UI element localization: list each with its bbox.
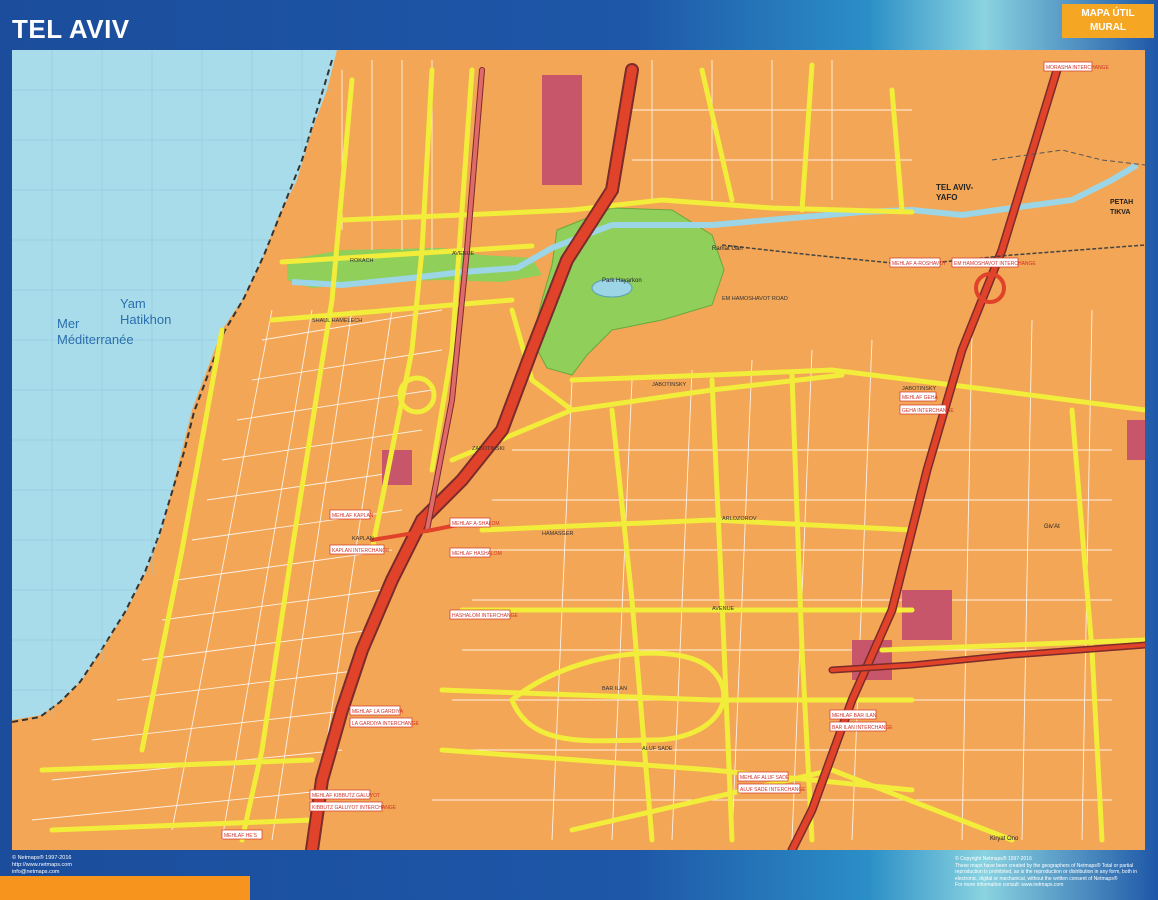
- municipal-boundary: [991, 149, 1145, 166]
- interchange-label: MEHLAF KIBBUTZ GALUYOT: [312, 793, 380, 799]
- interchange-label: LA GARDIYA INTERCHANGE: [352, 721, 420, 727]
- tel-aviv-yafo-label-1: TEL AVIV-: [936, 183, 974, 192]
- tel-aviv-yafo-label-2: YAFO: [936, 193, 958, 202]
- sea-name-1: Yam: [120, 296, 146, 311]
- interchange-label: MEHLAF GEHA: [902, 395, 939, 401]
- kiryat-ono-label: Kiryat Ono: [990, 836, 1019, 842]
- footer-email-link[interactable]: info@netmaps.com: [12, 869, 72, 876]
- city-map[interactable]: Yam Hatikhon Mer Méditerranée Park Hayar…: [12, 50, 1145, 850]
- interchange-label: KIBBUTZ GALUYOT INTERCHANGE: [312, 805, 397, 811]
- legal-line: For more information consult: www.netmap…: [955, 882, 1064, 888]
- legal-line: reproduction is prohibited, as is the re…: [955, 869, 1138, 875]
- street-label: ALUF SADE: [642, 746, 673, 752]
- footer-accent-bar: [0, 876, 250, 900]
- map-canvas[interactable]: Yam Hatikhon Mer Méditerranée Park Hayar…: [12, 50, 1145, 850]
- interchange-label: KAPLAN INTERCHANGE: [332, 548, 390, 554]
- interchange-label: MEHLAF HE'S: [224, 833, 258, 839]
- street-label: AVENUE: [452, 251, 475, 257]
- park-label: Park Hayarkon: [602, 278, 642, 284]
- interchange-label: MEHLAF HASHALOM: [452, 551, 502, 557]
- sea-name-2: Hatikhon: [120, 312, 171, 327]
- street-label: SHAUL HAMELECH: [312, 318, 362, 324]
- footer-website-link[interactable]: http://www.netmaps.com: [12, 862, 72, 869]
- street-label: JABOTINSKY: [652, 382, 687, 388]
- interchange-label: MEHLAF A-SHALOM: [452, 521, 500, 527]
- street-label: ZABOTINSKI: [472, 446, 505, 452]
- interchange-label: MEHLAF ALUF SADE: [740, 775, 790, 781]
- sea-name-fr-1: Mer: [57, 316, 80, 331]
- interchange-label: MORASHA INTERCHANGE: [1046, 65, 1109, 71]
- interchange-labels: MORASHA INTERCHANGE MEHLAF A-ROSHAVOT EM…: [221, 61, 1109, 840]
- footer-credits: © Netmaps® 1997-2016 http://www.netmaps.…: [12, 855, 72, 876]
- badge-line2: MURAL: [1089, 22, 1127, 33]
- street-label: AVENUE: [712, 606, 735, 612]
- interchange-label: GEHA INTERCHANGE: [902, 408, 954, 414]
- street-label: KAPLAN: [352, 536, 374, 542]
- petah-tikva-label-2: TIKVA: [1110, 209, 1130, 216]
- interchange-label: BAR ILAN INTERCHANGE: [832, 725, 893, 731]
- brand-badge: MAPA ÚTIL MURAL: [1062, 4, 1154, 38]
- street-label: ROKACH: [350, 258, 374, 264]
- badge-line1: MAPA ÚTIL: [1081, 8, 1135, 19]
- street-label: ARLOZOROV: [722, 516, 757, 522]
- interchange-label: MEHLAF BAR ILAN: [832, 713, 877, 719]
- street-label: BAR ILAN: [602, 686, 627, 692]
- footer-legal: © Copyright Netmaps® 1997-2016 These map…: [955, 856, 1150, 889]
- interchange-label: MEHLAF KAPLAN: [332, 513, 374, 519]
- interchange-label: HASHALOM INTERCHANGE: [452, 613, 519, 619]
- givat-label: Giv'At: [1044, 524, 1060, 530]
- interchange-label: ALUF SADE INTERCHANGE: [740, 787, 806, 793]
- interchange-label: MEHLAF A-ROSHAVOT: [892, 261, 946, 267]
- petah-tikva-label-1: PETAH: [1110, 199, 1133, 206]
- street-label: EM HAMOSHAVOT ROAD: [722, 296, 788, 302]
- interchange-label: EM HAMOSHAVOT INTERCHANGE: [954, 261, 1036, 267]
- footer-copyright: © Netmaps® 1997-2016: [12, 855, 72, 861]
- page-title: TEL AVIV: [12, 14, 130, 44]
- street-label: JABOTINSKY: [902, 386, 937, 392]
- ramat-gan-label: Ramat Gan: [712, 246, 743, 252]
- sea-area: [12, 50, 337, 720]
- street-label: HAMASGER: [542, 531, 574, 537]
- sea-name-fr-2: Méditerranée: [57, 332, 134, 347]
- interchange-label: MEHLAF LA GARDIYA: [352, 709, 404, 715]
